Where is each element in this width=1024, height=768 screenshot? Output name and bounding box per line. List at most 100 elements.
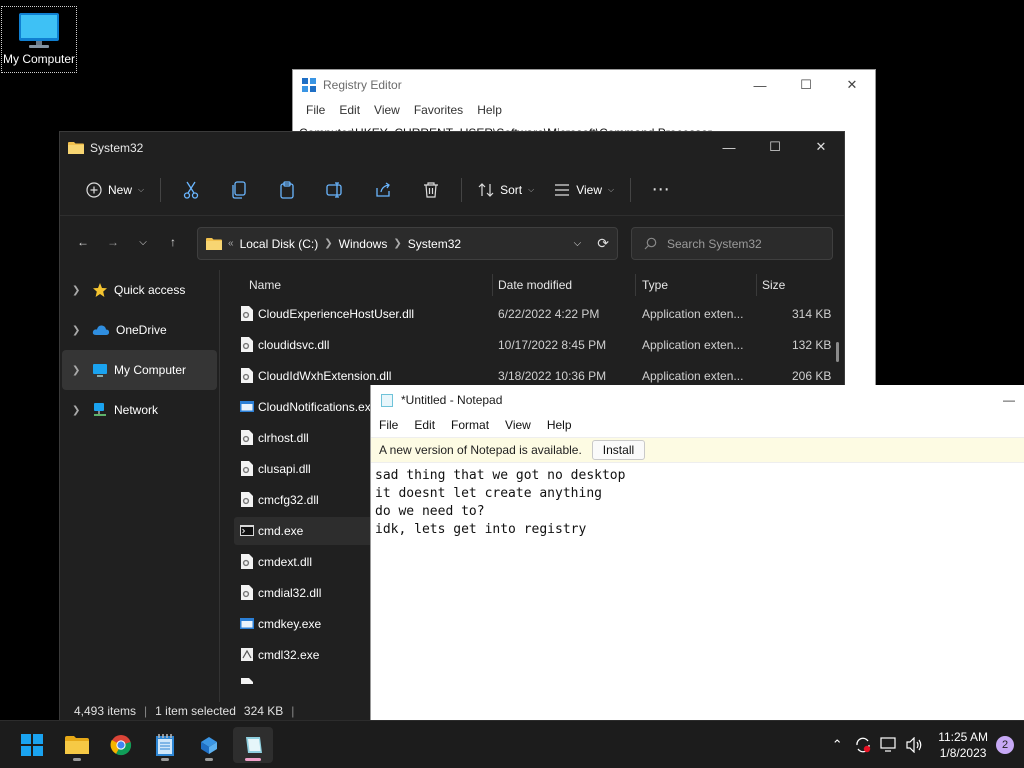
delete-button[interactable]: [407, 174, 455, 206]
taskbar-notepad-classic[interactable]: [145, 727, 185, 763]
column-header-size[interactable]: Size: [762, 278, 785, 292]
sidebar-item-my-computer[interactable]: ❯ My Computer: [62, 350, 217, 390]
paste-button[interactable]: [263, 174, 311, 206]
taskbar-file-explorer[interactable]: [57, 727, 97, 763]
regedit-menu-help[interactable]: Help: [470, 103, 509, 117]
copy-button[interactable]: [215, 174, 263, 206]
clock-time: 11:25 AM: [938, 730, 988, 744]
dll-file-icon: [241, 554, 253, 569]
plus-circle-icon: [86, 181, 102, 198]
file-name: cmcfg32.dll: [258, 493, 319, 507]
search-input[interactable]: Search System32: [631, 227, 833, 260]
file-row[interactable]: CloudExperienceHostUser.dll 6/22/2022 4:…: [234, 300, 834, 328]
start-button[interactable]: [12, 727, 52, 763]
update-banner-text: A new version of Notepad is available.: [379, 443, 582, 457]
dll-file-icon: [241, 678, 253, 684]
network-status-button[interactable]: [876, 737, 902, 753]
regedit-minimize-button[interactable]: —: [737, 70, 783, 100]
notification-badge[interactable]: 2: [996, 736, 1014, 754]
sort-button[interactable]: Sort ⌵: [468, 174, 544, 206]
column-header-name[interactable]: Name: [249, 278, 281, 292]
breadcrumb-system32[interactable]: System32: [408, 237, 461, 251]
clock-date: 1/8/2023: [939, 746, 987, 760]
notepad-icon: [246, 737, 262, 753]
view-button[interactable]: View ⌵: [544, 174, 624, 206]
explorer-maximize-button[interactable]: ☐: [752, 132, 798, 162]
arrow-right-icon: →: [107, 235, 119, 249]
file-size: 132 KB: [792, 338, 832, 352]
cloud-icon: [92, 325, 110, 335]
file-type: Application exten...: [642, 338, 744, 352]
taskbar-notepad[interactable]: [233, 727, 273, 763]
sort-label: Sort: [500, 182, 523, 197]
star-icon: [93, 283, 107, 297]
notepad-window[interactable]: *Untitled - Notepad — File Edit Format V…: [370, 385, 1024, 720]
chevron-right-icon[interactable]: ❯: [72, 325, 86, 336]
notepad-menu-help[interactable]: Help: [539, 418, 580, 432]
update-status-button[interactable]: [850, 736, 876, 754]
dll-file-icon: [241, 430, 253, 445]
dll-file-icon: [241, 585, 253, 600]
windows-logo-icon: [21, 734, 43, 756]
sidebar-item-onedrive[interactable]: ❯ OneDrive: [62, 310, 217, 350]
file-row[interactable]: cloudidsvc.dll 10/17/2022 8:45 PM Applic…: [234, 331, 834, 359]
notepad-menu-edit[interactable]: Edit: [406, 418, 443, 432]
clock[interactable]: 11:25 AM 1/8/2023: [938, 729, 988, 761]
explorer-minimize-button[interactable]: —: [706, 132, 752, 162]
sidebar-item-network[interactable]: ❯ Network: [62, 390, 217, 430]
up-button[interactable]: ↑: [158, 227, 188, 257]
taskbar-registry-editor[interactable]: [189, 727, 229, 763]
regedit-maximize-button[interactable]: ☐: [783, 70, 829, 100]
share-button[interactable]: [359, 174, 407, 206]
file-date: 3/18/2022 10:36 PM: [498, 369, 607, 383]
notepad-menu-format[interactable]: Format: [443, 418, 497, 432]
notepad-minimize-button[interactable]: —: [994, 385, 1024, 415]
file-size: 314 KB: [792, 307, 832, 321]
regedit-menu-edit[interactable]: Edit: [332, 103, 367, 117]
chevron-right-icon[interactable]: ❯: [72, 405, 86, 416]
file-list-scrollbar[interactable]: [836, 342, 839, 362]
chevron-down-icon: ⌵: [607, 184, 615, 194]
explorer-address-bar[interactable]: « Local Disk (C:) ❯ Windows ❯ System32 ⌵…: [197, 227, 618, 260]
chevron-right-icon[interactable]: ❯: [72, 285, 86, 296]
new-button[interactable]: New ⌵: [76, 174, 154, 206]
file-name: cmdl32.exe: [258, 648, 320, 662]
refresh-icon[interactable]: ⟳: [597, 235, 609, 252]
breadcrumb-windows[interactable]: Windows: [339, 237, 388, 251]
recent-locations-button[interactable]: ⌵: [128, 227, 158, 257]
volume-button[interactable]: [902, 737, 928, 753]
explorer-close-button[interactable]: ✕: [798, 132, 844, 162]
regedit-menu-view[interactable]: View: [367, 103, 407, 117]
show-hidden-icons-button[interactable]: ⌃: [824, 737, 850, 753]
back-button[interactable]: ←: [68, 227, 98, 257]
cut-button[interactable]: [167, 174, 215, 206]
scissors-icon: [183, 181, 199, 199]
install-button[interactable]: Install: [591, 440, 646, 460]
regedit-menu-favorites[interactable]: Favorites: [407, 103, 470, 117]
notepad-menu-file[interactable]: File: [371, 418, 406, 432]
regedit-values-pane[interactable]: [843, 142, 873, 388]
breadcrumb-local-disk[interactable]: Local Disk (C:): [240, 237, 319, 251]
column-header-type[interactable]: Type: [642, 278, 668, 292]
more-options-button[interactable]: ⋯: [637, 174, 685, 206]
address-history-chevron-icon[interactable]: ⌵: [574, 238, 582, 249]
desktop-icon-my-computer[interactable]: My Computer: [1, 6, 77, 73]
taskbar-chrome[interactable]: [101, 727, 141, 763]
sidebar-item-quick-access[interactable]: ❯ Quick access: [62, 270, 217, 310]
selection-size: 324 KB: [243, 704, 284, 718]
column-header-date-modified[interactable]: Date modified: [498, 278, 572, 292]
rename-icon: [326, 181, 342, 198]
regedit-menu-file[interactable]: File: [299, 103, 332, 117]
folder-icon: [65, 736, 89, 754]
regedit-close-button[interactable]: ✕: [829, 70, 875, 100]
chevron-right-icon[interactable]: ❯: [72, 365, 86, 376]
rename-button[interactable]: [311, 174, 359, 206]
sidebar-item-label: OneDrive: [116, 323, 167, 337]
notepad-text-area[interactable]: sad thing that we got no desktop it does…: [371, 463, 1024, 543]
sort-ascending-icon: ⌃: [362, 270, 370, 276]
share-icon: [376, 181, 390, 197]
notepad-menu-view[interactable]: View: [497, 418, 539, 432]
regedit-title: Registry Editor: [323, 78, 402, 92]
notepad-titlebar[interactable]: *Untitled - Notepad: [371, 385, 1024, 415]
forward-button[interactable]: →: [98, 227, 128, 257]
